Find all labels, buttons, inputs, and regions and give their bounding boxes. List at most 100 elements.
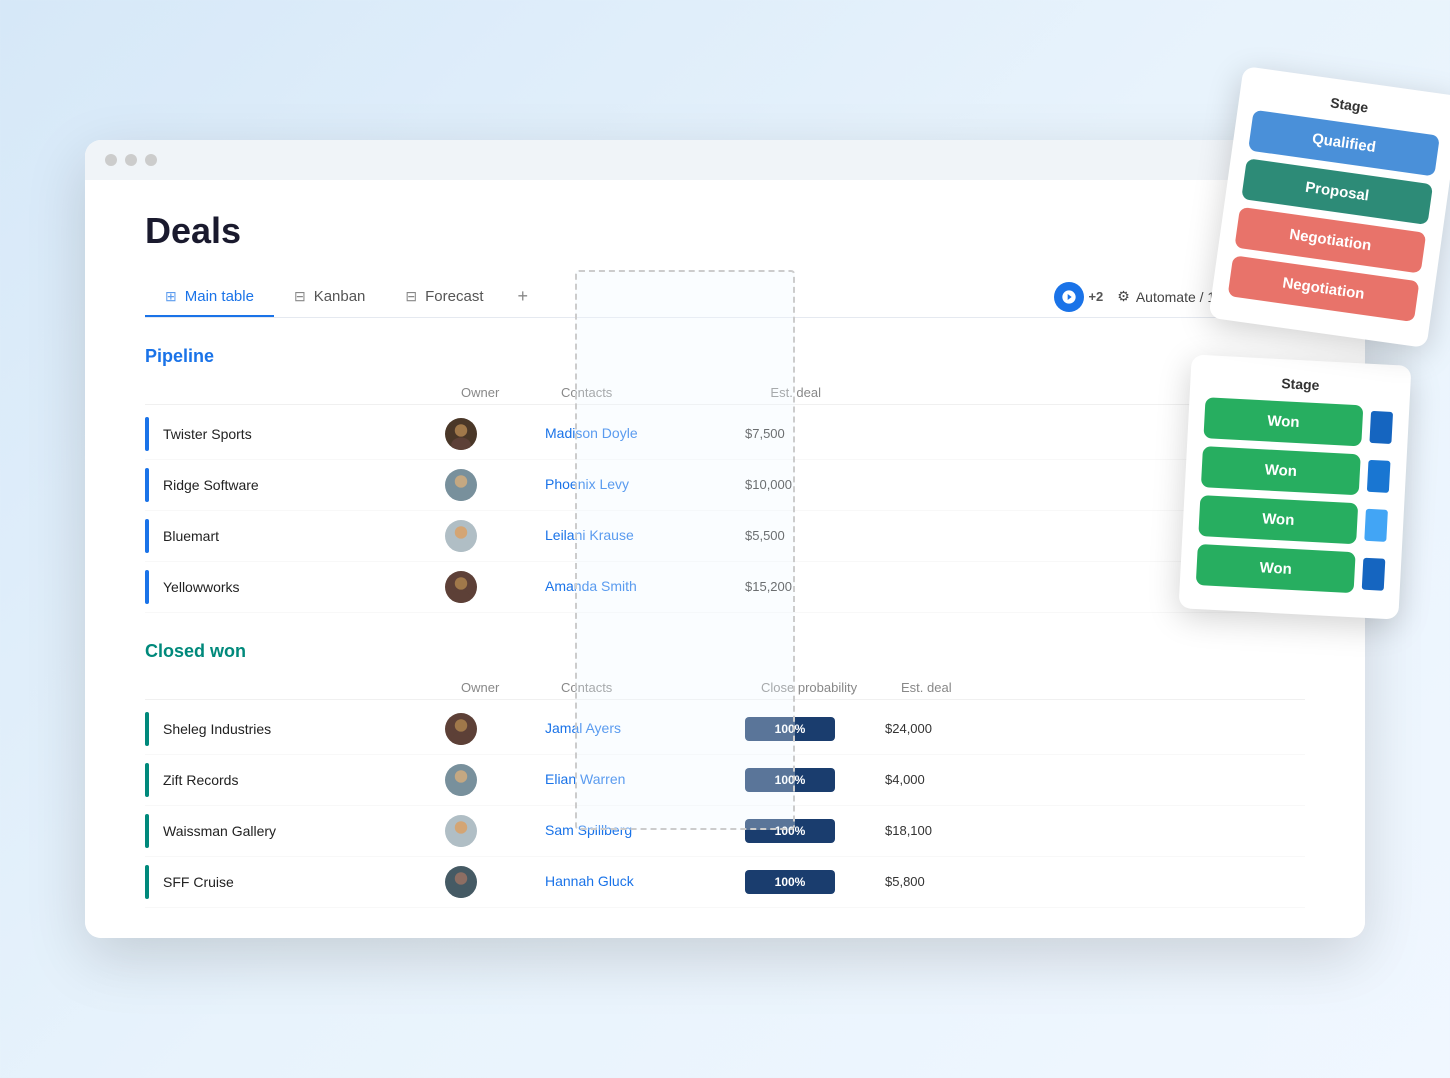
table-row: Bluemart Leilani Krause $5,500: [145, 511, 1305, 562]
tabs-bar: ⊞ Main table ⊟ Kanban ⊟ Forecast + +2: [145, 276, 1305, 318]
table-row: Zift Records Elian Warren 100% $4,000: [145, 755, 1305, 806]
won-row-4: Won: [1196, 544, 1386, 595]
closed-table-header: Owner Contacts Close probability Est. de…: [145, 676, 1305, 700]
row-name-cell: Bluemart: [145, 519, 445, 553]
owner-cell: [445, 713, 545, 745]
owner-cell: [445, 469, 545, 501]
stage-bar-3: [1364, 508, 1388, 541]
est-deal-cell: $5,800: [885, 873, 945, 891]
row-indicator-teal: [145, 763, 149, 797]
contact-cell[interactable]: Leilani Krause: [545, 527, 745, 545]
automate-icon: ⚙: [1117, 288, 1130, 305]
avatar: [445, 571, 477, 603]
browser-content: Deals ⊞ Main table ⊟ Kanban ⊟ Forecast +: [85, 180, 1365, 938]
est-deal-cell: $5,500: [745, 527, 805, 545]
tab-main-table[interactable]: ⊞ Main table: [145, 278, 274, 317]
table-row: Ridge Software Phoenix Levy $10,000: [145, 460, 1305, 511]
contact-cell[interactable]: Phoenix Levy: [545, 476, 745, 494]
row-name-cell: Waissman Gallery: [145, 814, 445, 848]
table-row: Yellowworks Amanda Smith $15,200: [145, 562, 1305, 613]
row-indicator: [145, 468, 149, 502]
badge-blue: [1054, 282, 1084, 312]
forecast-icon: ⊟: [405, 288, 417, 305]
browser-bar: [85, 140, 1365, 180]
pipeline-table-header: Owner Contacts Est. deal: [145, 381, 1305, 405]
owner-cell: [445, 866, 545, 898]
add-tab-button[interactable]: +: [504, 276, 543, 317]
owner-cell: [445, 571, 545, 603]
table-icon: ⊞: [165, 288, 177, 305]
contact-cell[interactable]: Hannah Gluck: [545, 873, 745, 891]
row-name-cell: Zift Records: [145, 763, 445, 797]
closed-won-section: Closed won Owner Contacts Close probabil…: [145, 641, 1305, 908]
won-btn-2[interactable]: Won: [1201, 446, 1361, 495]
row-name-cell: Ridge Software: [145, 468, 445, 502]
probability-cell: 100%: [745, 717, 885, 741]
probability-cell: 100%: [745, 870, 885, 894]
row-name-cell: Sheleg Industries: [145, 712, 445, 746]
est-deal-cell: $4,000: [885, 771, 945, 789]
contact-cell[interactable]: Amanda Smith: [545, 578, 745, 596]
avatar: [445, 418, 477, 450]
won-btn-1[interactable]: Won: [1203, 397, 1363, 446]
est-deal-cell: $7,500: [745, 425, 805, 443]
row-indicator: [145, 519, 149, 553]
table-row: Twister Sports Madison Doyle $7,500: [145, 409, 1305, 460]
won-row-3: Won: [1198, 495, 1388, 546]
browser-dot-green: [145, 154, 157, 166]
est-deal-cell: $15,200: [745, 578, 805, 596]
stage-bar-2: [1367, 459, 1391, 492]
tab-kanban[interactable]: ⊟ Kanban: [274, 278, 385, 317]
est-deal-cell: $18,100: [885, 822, 945, 840]
row-indicator-teal: [145, 814, 149, 848]
table-row: Waissman Gallery Sam Spillberg 100% $18,…: [145, 806, 1305, 857]
won-btn-3[interactable]: Won: [1198, 495, 1358, 544]
browser-dot-yellow: [125, 154, 137, 166]
row-indicator-teal: [145, 865, 149, 899]
won-row-2: Won: [1201, 446, 1391, 497]
row-name-cell: SFF Cruise: [145, 865, 445, 899]
tab-forecast[interactable]: ⊟ Forecast: [385, 278, 503, 317]
browser-window: Deals ⊞ Main table ⊟ Kanban ⊟ Forecast +: [85, 140, 1365, 938]
won-dropdown[interactable]: Stage Won Won Won Won: [1179, 354, 1412, 619]
row-name-cell: Twister Sports: [145, 417, 445, 451]
table-row: SFF Cruise Hannah Gluck 100% $5,800: [145, 857, 1305, 908]
row-indicator: [145, 570, 149, 604]
owner-cell: [445, 520, 545, 552]
avatar: [445, 815, 477, 847]
pipeline-title: Pipeline: [145, 346, 1305, 367]
row-name-cell: Yellowworks: [145, 570, 445, 604]
avatar: [445, 713, 477, 745]
probability-cell: 100%: [745, 819, 885, 843]
avatar: [445, 764, 477, 796]
est-deal-cell: $24,000: [885, 720, 945, 738]
probability-cell: 100%: [745, 768, 885, 792]
est-deal-cell: $10,000: [745, 476, 805, 494]
browser-dot-red: [105, 154, 117, 166]
closed-won-title: Closed won: [145, 641, 1305, 662]
table-row: Sheleg Industries Jamal Ayers 100% $24,0…: [145, 704, 1305, 755]
contact-cell[interactable]: Jamal Ayers: [545, 720, 745, 738]
won-dropdown-label: Stage: [1206, 371, 1395, 397]
owner-cell: [445, 764, 545, 796]
contact-cell[interactable]: Elian Warren: [545, 771, 745, 789]
contact-cell[interactable]: Sam Spillberg: [545, 822, 745, 840]
page-title: Deals: [145, 210, 1305, 252]
avatar: [445, 866, 477, 898]
stage-bar-4: [1362, 557, 1386, 590]
badge-label: +2: [1088, 289, 1103, 304]
stage-dropdown-top[interactable]: Stage Qualified Proposal Negotiation Neg…: [1208, 66, 1450, 348]
owner-cell: [445, 815, 545, 847]
avatar: [445, 520, 477, 552]
stage-bar-1: [1369, 410, 1393, 443]
automate-button[interactable]: ⚙ Automate / 10: [1117, 288, 1223, 305]
row-indicator-teal: [145, 712, 149, 746]
won-btn-4[interactable]: Won: [1196, 544, 1356, 593]
won-row-1: Won: [1203, 397, 1393, 448]
row-indicator: [145, 417, 149, 451]
owner-cell: [445, 418, 545, 450]
pipeline-section: Pipeline Owner Contacts Est. deal Twiste…: [145, 346, 1305, 613]
contact-cell[interactable]: Madison Doyle: [545, 425, 745, 443]
kanban-icon: ⊟: [294, 288, 306, 305]
avatar: [445, 469, 477, 501]
